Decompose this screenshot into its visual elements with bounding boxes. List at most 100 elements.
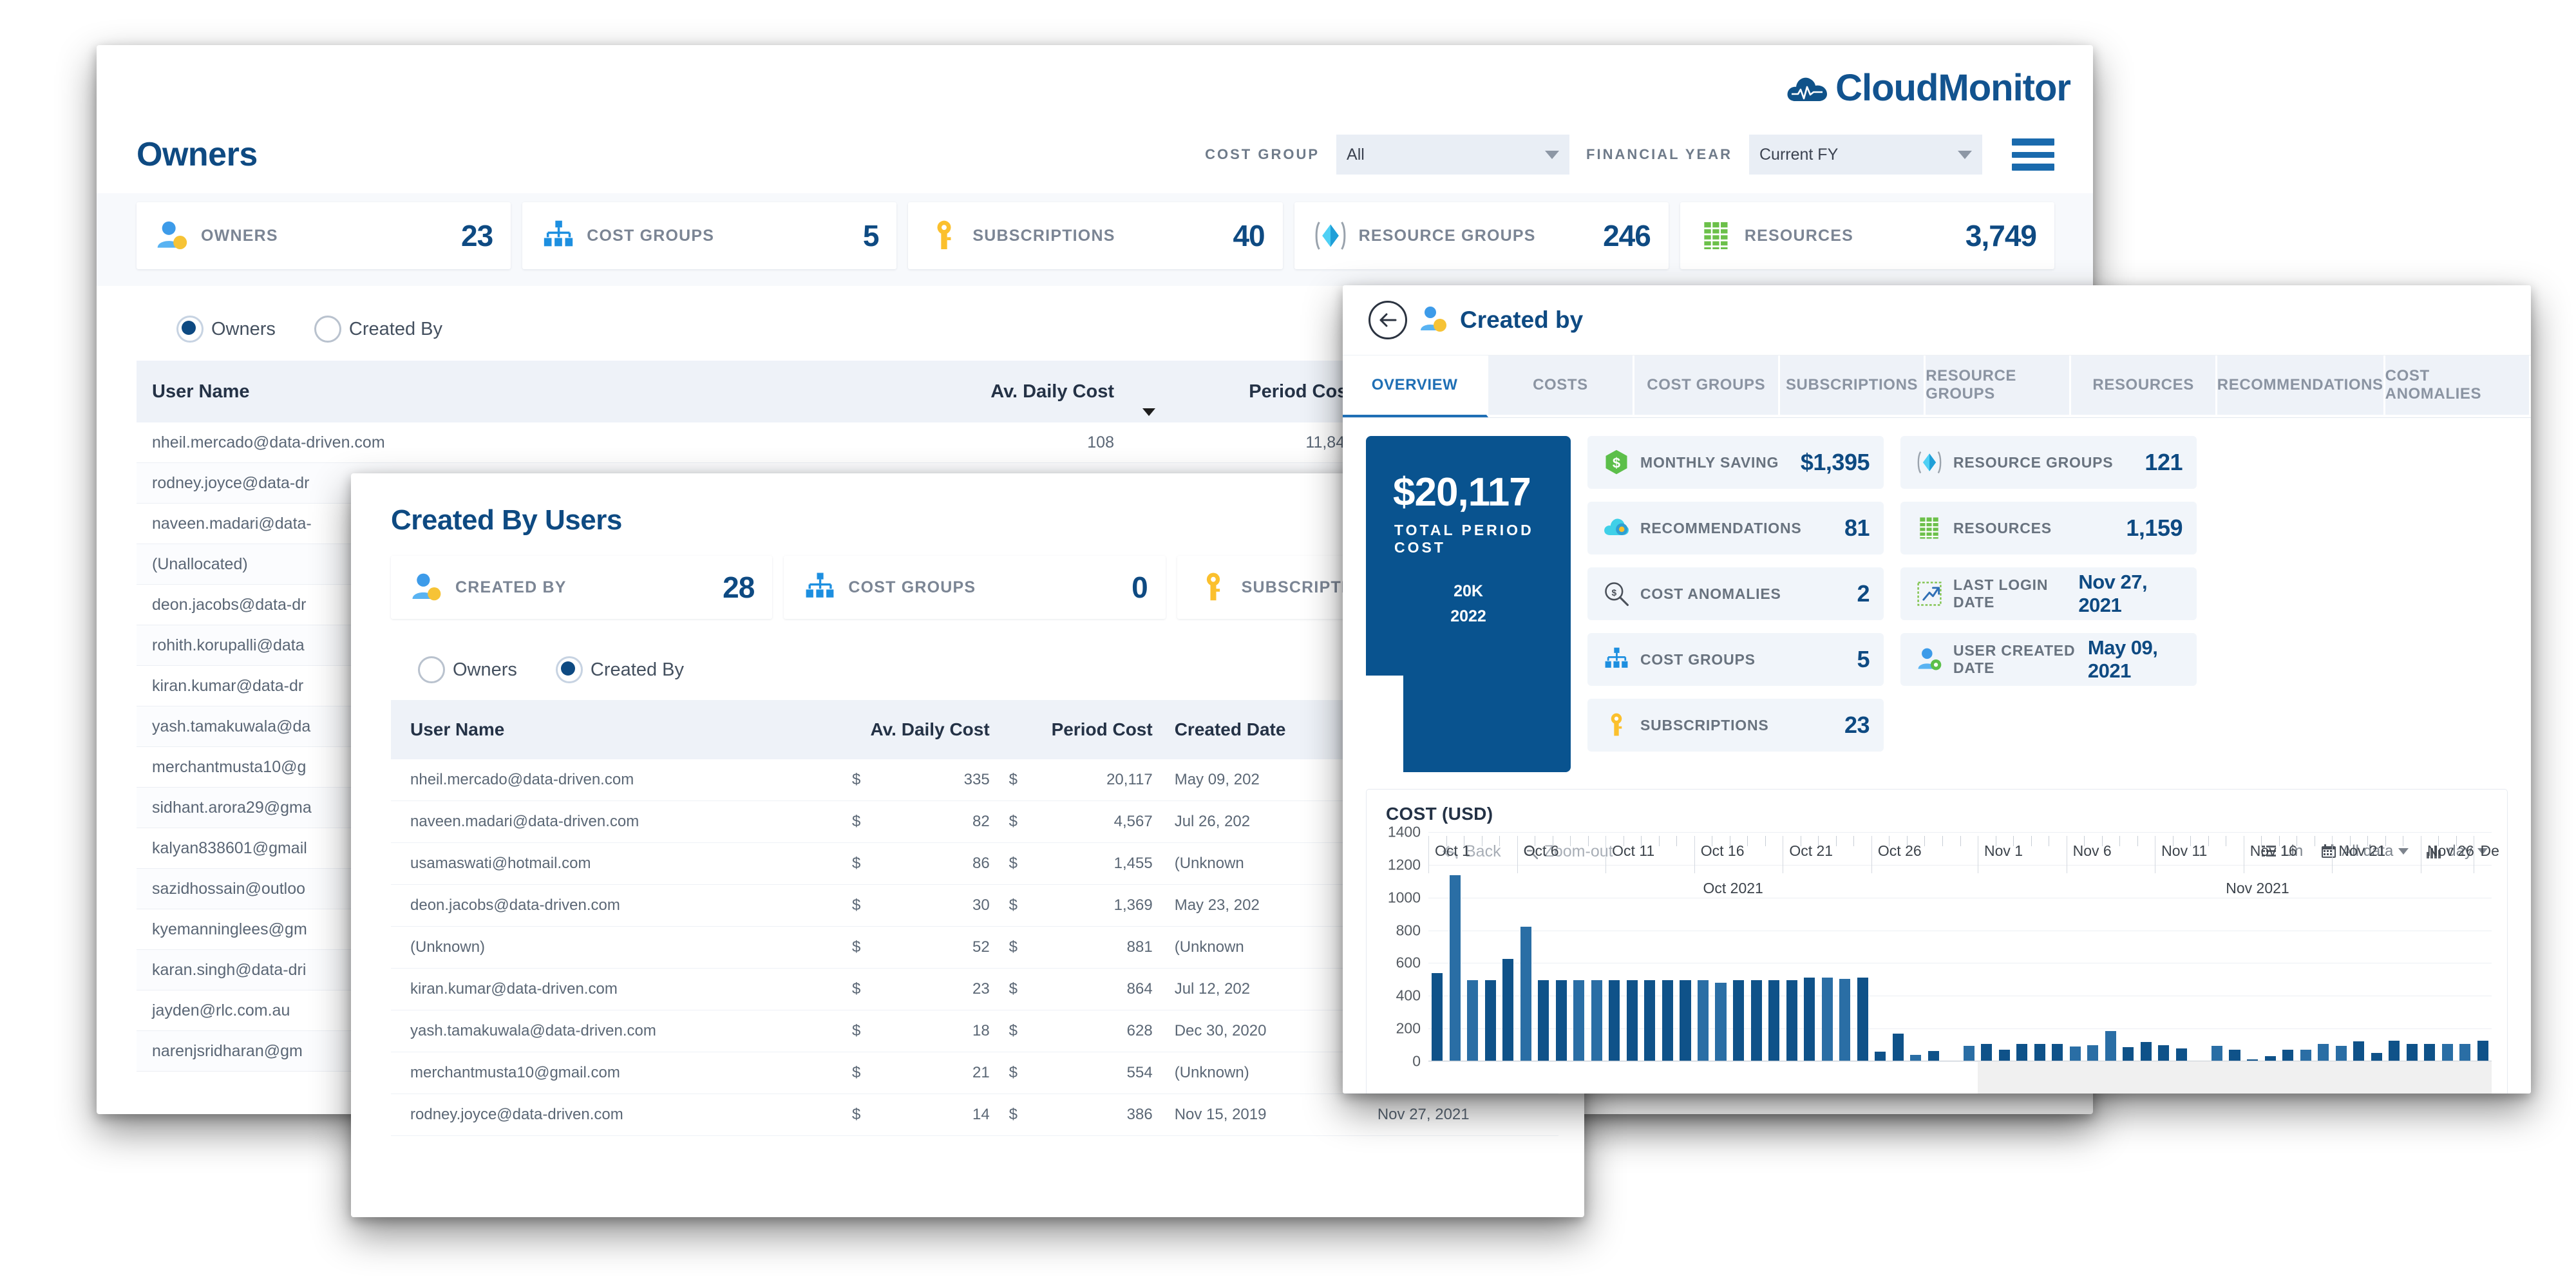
bar[interactable] <box>1484 980 1496 1061</box>
kpi-card-cost groups[interactable]: COST GROUPS 0 <box>784 556 1166 619</box>
stat-card-last login date[interactable]: LAST LOGIN DATE Nov 27, 2021 <box>1900 567 2197 620</box>
column-header-period-cost[interactable]: Period Cost <box>990 719 1153 740</box>
bar[interactable] <box>1715 982 1727 1061</box>
menu-button[interactable] <box>2012 138 2054 171</box>
column-header-user-name[interactable]: User Name <box>391 719 833 740</box>
bar[interactable] <box>1981 1044 1993 1061</box>
y-axis-tick-label: 600 <box>1396 954 1421 971</box>
bar[interactable] <box>2335 1045 2347 1061</box>
tab-resource groups[interactable]: RESOURCE GROUPS <box>1926 355 2072 415</box>
bar[interactable] <box>2158 1045 2170 1061</box>
stat-card-cost anomalies[interactable]: $ COST ANOMALIES 2 <box>1587 567 1884 620</box>
tab-cost anomalies[interactable]: COST ANOMALIES <box>2385 355 2531 415</box>
bar[interactable] <box>2300 1050 2311 1061</box>
kpi-card-owners[interactable]: OWNERS 23 <box>137 202 511 269</box>
stat-card-subscriptions[interactable]: SUBSCRIPTIONS 23 <box>1587 699 1884 752</box>
bar[interactable] <box>1839 978 1851 1061</box>
bar[interactable] <box>2140 1041 2152 1061</box>
table-row[interactable]: rodney.joyce@data-driven.com $14 $386 No… <box>391 1094 1558 1136</box>
stat-card-monthly saving[interactable]: $ MONTHLY SAVING $1,395 <box>1587 436 1884 489</box>
kpi-card-resources[interactable]: RESOURCES 3,749 <box>1680 202 2055 269</box>
bar[interactable] <box>1538 980 1549 1061</box>
bar[interactable] <box>2424 1043 2436 1061</box>
bar[interactable] <box>2229 1049 2240 1061</box>
bar[interactable] <box>2175 1048 2187 1061</box>
stat-card-user created date[interactable]: USER CREATED DATE May 09, 2021 <box>1900 633 2197 686</box>
kpi-card-created by[interactable]: CREATED BY 28 <box>391 556 773 619</box>
cost-chart-plot[interactable]: 0 200 400 600 800 1000 1200 1400 Oct 1 Oct 6 Oct 1… <box>1388 824 2499 1094</box>
cost-group-select[interactable]: All <box>1336 135 1570 175</box>
bar[interactable] <box>2406 1043 2418 1061</box>
bar[interactable] <box>2123 1047 2134 1061</box>
bar[interactable] <box>1804 978 1815 1061</box>
bar[interactable] <box>1697 980 1709 1061</box>
radio-owners[interactable]: Owners <box>418 656 517 683</box>
kpi-card-resource groups[interactable]: RESOURCE GROUPS 246 <box>1294 202 1669 269</box>
column-header-avg-daily-cost[interactable]: Av. Daily Cost <box>833 719 990 740</box>
bar[interactable] <box>1680 980 1691 1061</box>
bar[interactable] <box>2353 1041 2365 1061</box>
tab-recommendations[interactable]: RECOMMENDATIONS <box>2217 355 2385 415</box>
bar[interactable] <box>1449 875 1461 1061</box>
bar[interactable] <box>1875 1051 1886 1061</box>
radio-dot-icon <box>314 316 341 343</box>
bar[interactable] <box>2441 1044 2453 1061</box>
bar[interactable] <box>1591 980 1602 1061</box>
bar[interactable] <box>1733 980 1745 1061</box>
bar[interactable] <box>1626 980 1638 1061</box>
bar[interactable] <box>1892 1033 1904 1061</box>
bar[interactable] <box>2087 1045 2099 1061</box>
y-axis-tick-label: 800 <box>1396 922 1421 939</box>
bar[interactable] <box>1520 926 1531 1061</box>
bar[interactable] <box>2389 1041 2400 1061</box>
bar[interactable] <box>2477 1041 2488 1061</box>
column-header-avg-daily-cost[interactable]: Av. Daily Cost <box>886 381 1126 402</box>
bar[interactable] <box>1644 980 1656 1061</box>
bar[interactable] <box>2211 1045 2222 1061</box>
stat-card-resources[interactable]: RESOURCES 1,159 <box>1900 502 2197 554</box>
tab-costs[interactable]: COSTS <box>1488 355 1634 415</box>
bar[interactable] <box>2459 1043 2471 1061</box>
tab-cost groups[interactable]: COST GROUPS <box>1634 355 1780 415</box>
bar[interactable] <box>2034 1044 2045 1061</box>
bar[interactable] <box>2052 1044 2063 1061</box>
bar[interactable] <box>1927 1051 1939 1061</box>
cost-groups-icon <box>540 218 576 254</box>
kpi-card-subscriptions[interactable]: SUBSCRIPTIONS 40 <box>908 202 1283 269</box>
bar[interactable] <box>1467 980 1479 1061</box>
bar[interactable] <box>1821 978 1833 1061</box>
bar[interactable] <box>1963 1045 1975 1061</box>
bar[interactable] <box>1786 980 1797 1061</box>
column-header-created-date[interactable]: Created Date <box>1153 719 1356 740</box>
stat-value: $1,395 <box>1800 449 1870 475</box>
column-header-user-name[interactable]: User Name <box>137 381 886 402</box>
kpi-card-cost groups[interactable]: COST GROUPS 5 <box>522 202 897 269</box>
stat-card-cost groups[interactable]: COST GROUPS 5 <box>1587 633 1884 686</box>
bar[interactable] <box>2282 1050 2294 1061</box>
bar[interactable] <box>1998 1049 2010 1061</box>
bar[interactable] <box>2318 1044 2329 1061</box>
bar[interactable] <box>2016 1044 2028 1061</box>
bar[interactable] <box>1432 972 1443 1061</box>
radio-owners[interactable]: Owners <box>176 316 276 343</box>
bar[interactable] <box>1857 977 1868 1061</box>
bar[interactable] <box>1609 980 1620 1061</box>
column-header-period-cost[interactable]: Period Cost <box>1126 381 1365 416</box>
stat-card-resource groups[interactable]: RESOURCE GROUPS 121 <box>1900 436 2197 489</box>
radio-created by[interactable]: Created By <box>314 316 442 343</box>
bar[interactable] <box>1662 980 1673 1061</box>
bar[interactable] <box>2069 1046 2081 1061</box>
tab-overview[interactable]: OVERVIEW <box>1343 355 1489 417</box>
tab-subscriptions[interactable]: SUBSCRIPTIONS <box>1779 355 1926 415</box>
bar[interactable] <box>1573 980 1585 1061</box>
bar[interactable] <box>2105 1030 2116 1061</box>
bar[interactable] <box>1502 958 1514 1061</box>
bar[interactable] <box>1555 980 1567 1061</box>
financial-year-select[interactable]: Current FY <box>1749 135 1982 175</box>
bar[interactable] <box>1768 980 1780 1061</box>
bar[interactable] <box>1750 980 1762 1061</box>
tab-resources[interactable]: RESOURCES <box>2071 355 2217 415</box>
radio-created by[interactable]: Created By <box>555 656 684 683</box>
back-arrow-icon[interactable] <box>1368 301 1407 339</box>
stat-card-recommendations[interactable]: RECOMMENDATIONS 81 <box>1587 502 1884 554</box>
